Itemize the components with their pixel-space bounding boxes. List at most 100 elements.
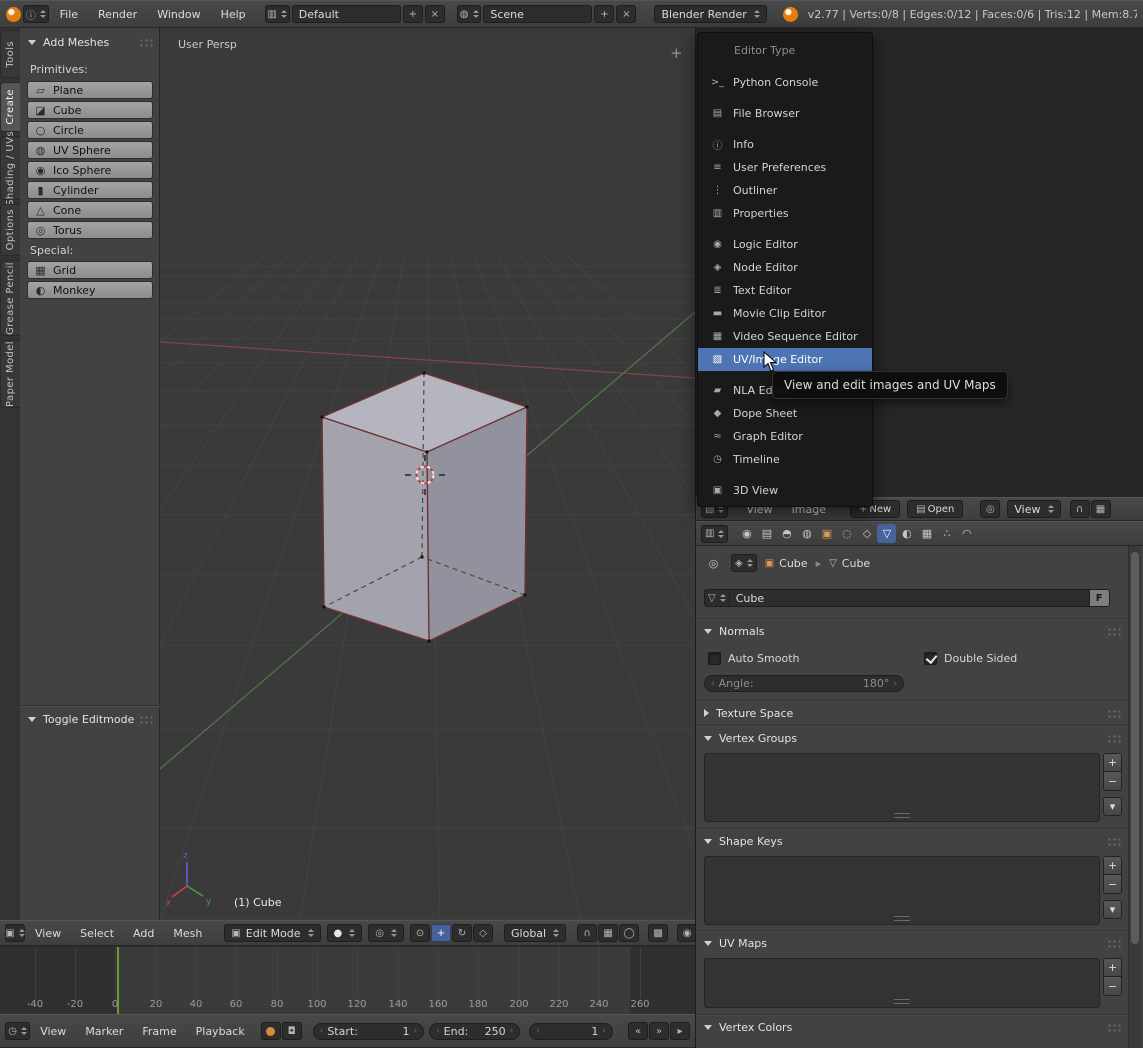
vertex-groups-panel-header[interactable]: Vertex Groups (704, 729, 1122, 747)
texture-space-panel-header[interactable]: Texture Space (704, 704, 1122, 722)
pivot-align-toggle[interactable]: ⊙ (410, 924, 430, 942)
shape-key-remove-button[interactable]: − (1103, 875, 1122, 894)
editor-menu-item-timeline[interactable]: ◷Timeline (698, 448, 872, 471)
pin-toggle[interactable]: ◎ (980, 500, 1000, 518)
editor-type-button-3d-view[interactable]: ▣ (5, 924, 25, 942)
add-cylinder-button[interactable]: ▮Cylinder (27, 181, 153, 199)
end-frame-field[interactable]: ‹ End: 250 › (429, 1023, 520, 1040)
tab-particles[interactable]: ∴ (937, 524, 956, 543)
scene-field[interactable]: Scene (483, 5, 592, 23)
uv-map-add-button[interactable]: + (1103, 958, 1122, 977)
add-monkey-button[interactable]: ◐Monkey (27, 281, 153, 299)
tab-material[interactable]: ◐ (897, 524, 916, 543)
editor-type-button-timeline[interactable]: ◷ (5, 1022, 30, 1040)
panel-drag-dots-icon[interactable] (1107, 734, 1122, 743)
panel-drag-dots-icon[interactable] (139, 715, 154, 724)
manipulator-rotate-toggle[interactable]: ↻ (452, 924, 472, 942)
start-frame-field[interactable]: ‹ Start: 1 › (313, 1023, 424, 1040)
uv-snap-element-button[interactable]: ▦ (1091, 500, 1111, 518)
play-button[interactable]: ▸ (670, 1022, 690, 1040)
list-resize-grip[interactable] (894, 999, 910, 1004)
breadcrumb-object[interactable]: ▣ Cube (765, 557, 808, 570)
add-uv-sphere-button[interactable]: ◍UV Sphere (27, 141, 153, 159)
jump-to-start-button[interactable]: « (628, 1022, 648, 1040)
auto-smooth-checkbox[interactable] (708, 652, 721, 665)
properties-scrollbar[interactable] (1128, 546, 1141, 1048)
shape-keys-list[interactable] (704, 856, 1100, 925)
add-torus-button[interactable]: ◎Torus (27, 221, 153, 239)
editor-menu-item-logic-editor[interactable]: ◉Logic Editor (698, 233, 872, 256)
viewport-shading-dropdown[interactable]: ● (327, 924, 363, 942)
vertex-group-add-button[interactable]: + (1103, 753, 1122, 772)
manipulator-scale-toggle[interactable]: ◇ (473, 924, 493, 942)
editor-menu-item-graph-editor[interactable]: ≈Graph Editor (698, 425, 872, 448)
region-corner-plus-icon[interactable]: + (670, 44, 683, 62)
menu-add[interactable]: Add (124, 924, 163, 943)
list-resize-grip[interactable] (894, 813, 910, 818)
occlude-geometry-toggle[interactable]: ▩ (648, 924, 668, 942)
normals-panel-header[interactable]: Normals (704, 622, 1122, 640)
tab-render[interactable]: ◉ (737, 524, 756, 543)
editor-menu-item-properties[interactable]: ▥Properties (698, 202, 872, 225)
editor-menu-item-movie-clip-editor[interactable]: ▬Movie Clip Editor (698, 302, 872, 325)
editor-menu-item-file-browser[interactable]: ▤File Browser (698, 102, 872, 125)
add-plane-button[interactable]: ▱Plane (27, 81, 153, 99)
context-browse-button[interactable]: ◈ (731, 554, 757, 572)
tab-scene[interactable]: ◓ (777, 524, 796, 543)
transform-orientation-dropdown[interactable]: Global (504, 924, 566, 942)
shape-key-add-button[interactable]: + (1103, 856, 1122, 875)
editor-menu-item-outliner[interactable]: ⋮Outliner (698, 179, 872, 202)
shape-keys-panel-header[interactable]: Shape Keys (704, 832, 1122, 850)
edit-cube[interactable] (321, 372, 529, 643)
editor-menu-item-uv-image-editor[interactable]: ▧UV/Image Editor (698, 348, 872, 371)
scene-browse-button[interactable]: ◍ (457, 5, 482, 23)
add-layout-button[interactable]: + (403, 5, 423, 23)
editor-type-button-properties[interactable]: ▥ (701, 525, 728, 543)
uv-snap-magnet-toggle[interactable]: ∩ (1070, 500, 1090, 518)
tab-object-data[interactable]: ▽ (877, 524, 896, 543)
add-grid-button[interactable]: ▦Grid (27, 261, 153, 279)
menu-marker[interactable]: Marker (76, 1022, 132, 1041)
open-image-button[interactable]: ▤ Open (907, 500, 963, 518)
editor-menu-item-video-sequence-editor[interactable]: ▦Video Sequence Editor (698, 325, 872, 348)
mode-dropdown[interactable]: ▣ Edit Mode (224, 924, 320, 942)
vertex-colors-panel-header[interactable]: Vertex Colors (704, 1018, 1122, 1036)
shape-key-specials-button[interactable]: ▾ (1103, 900, 1122, 919)
screen-layout-field[interactable]: Default (292, 5, 401, 23)
tab-object[interactable]: ▣ (817, 524, 836, 543)
add-scene-button[interactable]: + (594, 5, 614, 23)
menu-render[interactable]: Render (89, 5, 146, 24)
panel-drag-dots-icon[interactable] (1107, 627, 1122, 636)
toggle-editmode-panel-header[interactable]: Toggle Editmode (28, 710, 154, 728)
snap-magnet-toggle[interactable]: ∩ (577, 924, 597, 942)
manipulator-translate-toggle[interactable]: + (431, 924, 451, 942)
tab-options[interactable]: Options (0, 204, 20, 256)
menu-window[interactable]: Window (148, 5, 209, 24)
tab-physics[interactable]: ◠ (957, 524, 976, 543)
panel-drag-dots-icon[interactable] (1107, 939, 1122, 948)
editor-menu-item-user-preferences[interactable]: ≡User Preferences (698, 156, 872, 179)
tab-world[interactable]: ◍ (797, 524, 816, 543)
menu-view[interactable]: View (26, 924, 70, 943)
panel-drag-dots-icon[interactable] (1107, 1023, 1122, 1032)
tab-tools[interactable]: Tools (0, 30, 20, 78)
editor-menu-item-dope-sheet[interactable]: ◆Dope Sheet (698, 402, 872, 425)
menu-help[interactable]: Help (212, 5, 255, 24)
tab-texture[interactable]: ▦ (917, 524, 936, 543)
menu-file[interactable]: File (51, 5, 87, 24)
editor-menu-item-python-console[interactable]: >_Python Console (698, 71, 872, 94)
editor-menu-item-text-editor[interactable]: ≣Text Editor (698, 279, 872, 302)
mesh-browse-button[interactable]: ▽ (704, 589, 730, 607)
editor-menu-item-3d-view[interactable]: ▣3D View (698, 479, 872, 502)
add-cube-button[interactable]: ◪Cube (27, 101, 153, 119)
tab-modifiers[interactable]: ◇ (857, 524, 876, 543)
uv-map-remove-button[interactable]: − (1103, 977, 1122, 996)
add-cone-button[interactable]: △Cone (27, 201, 153, 219)
render-engine-dropdown[interactable]: Blender Render (654, 5, 766, 23)
scrollbar-thumb[interactable] (1131, 552, 1139, 944)
timeline-ruler[interactable]: -40 -20 0 20 40 60 80 100 120 140 160 18… (0, 946, 695, 1014)
context-pin-toggle[interactable]: ◎ (704, 554, 723, 573)
current-frame-field[interactable]: ‹ 1 › (529, 1023, 613, 1040)
vertex-groups-list[interactable] (704, 753, 1100, 822)
blender-logo[interactable] (6, 7, 21, 22)
